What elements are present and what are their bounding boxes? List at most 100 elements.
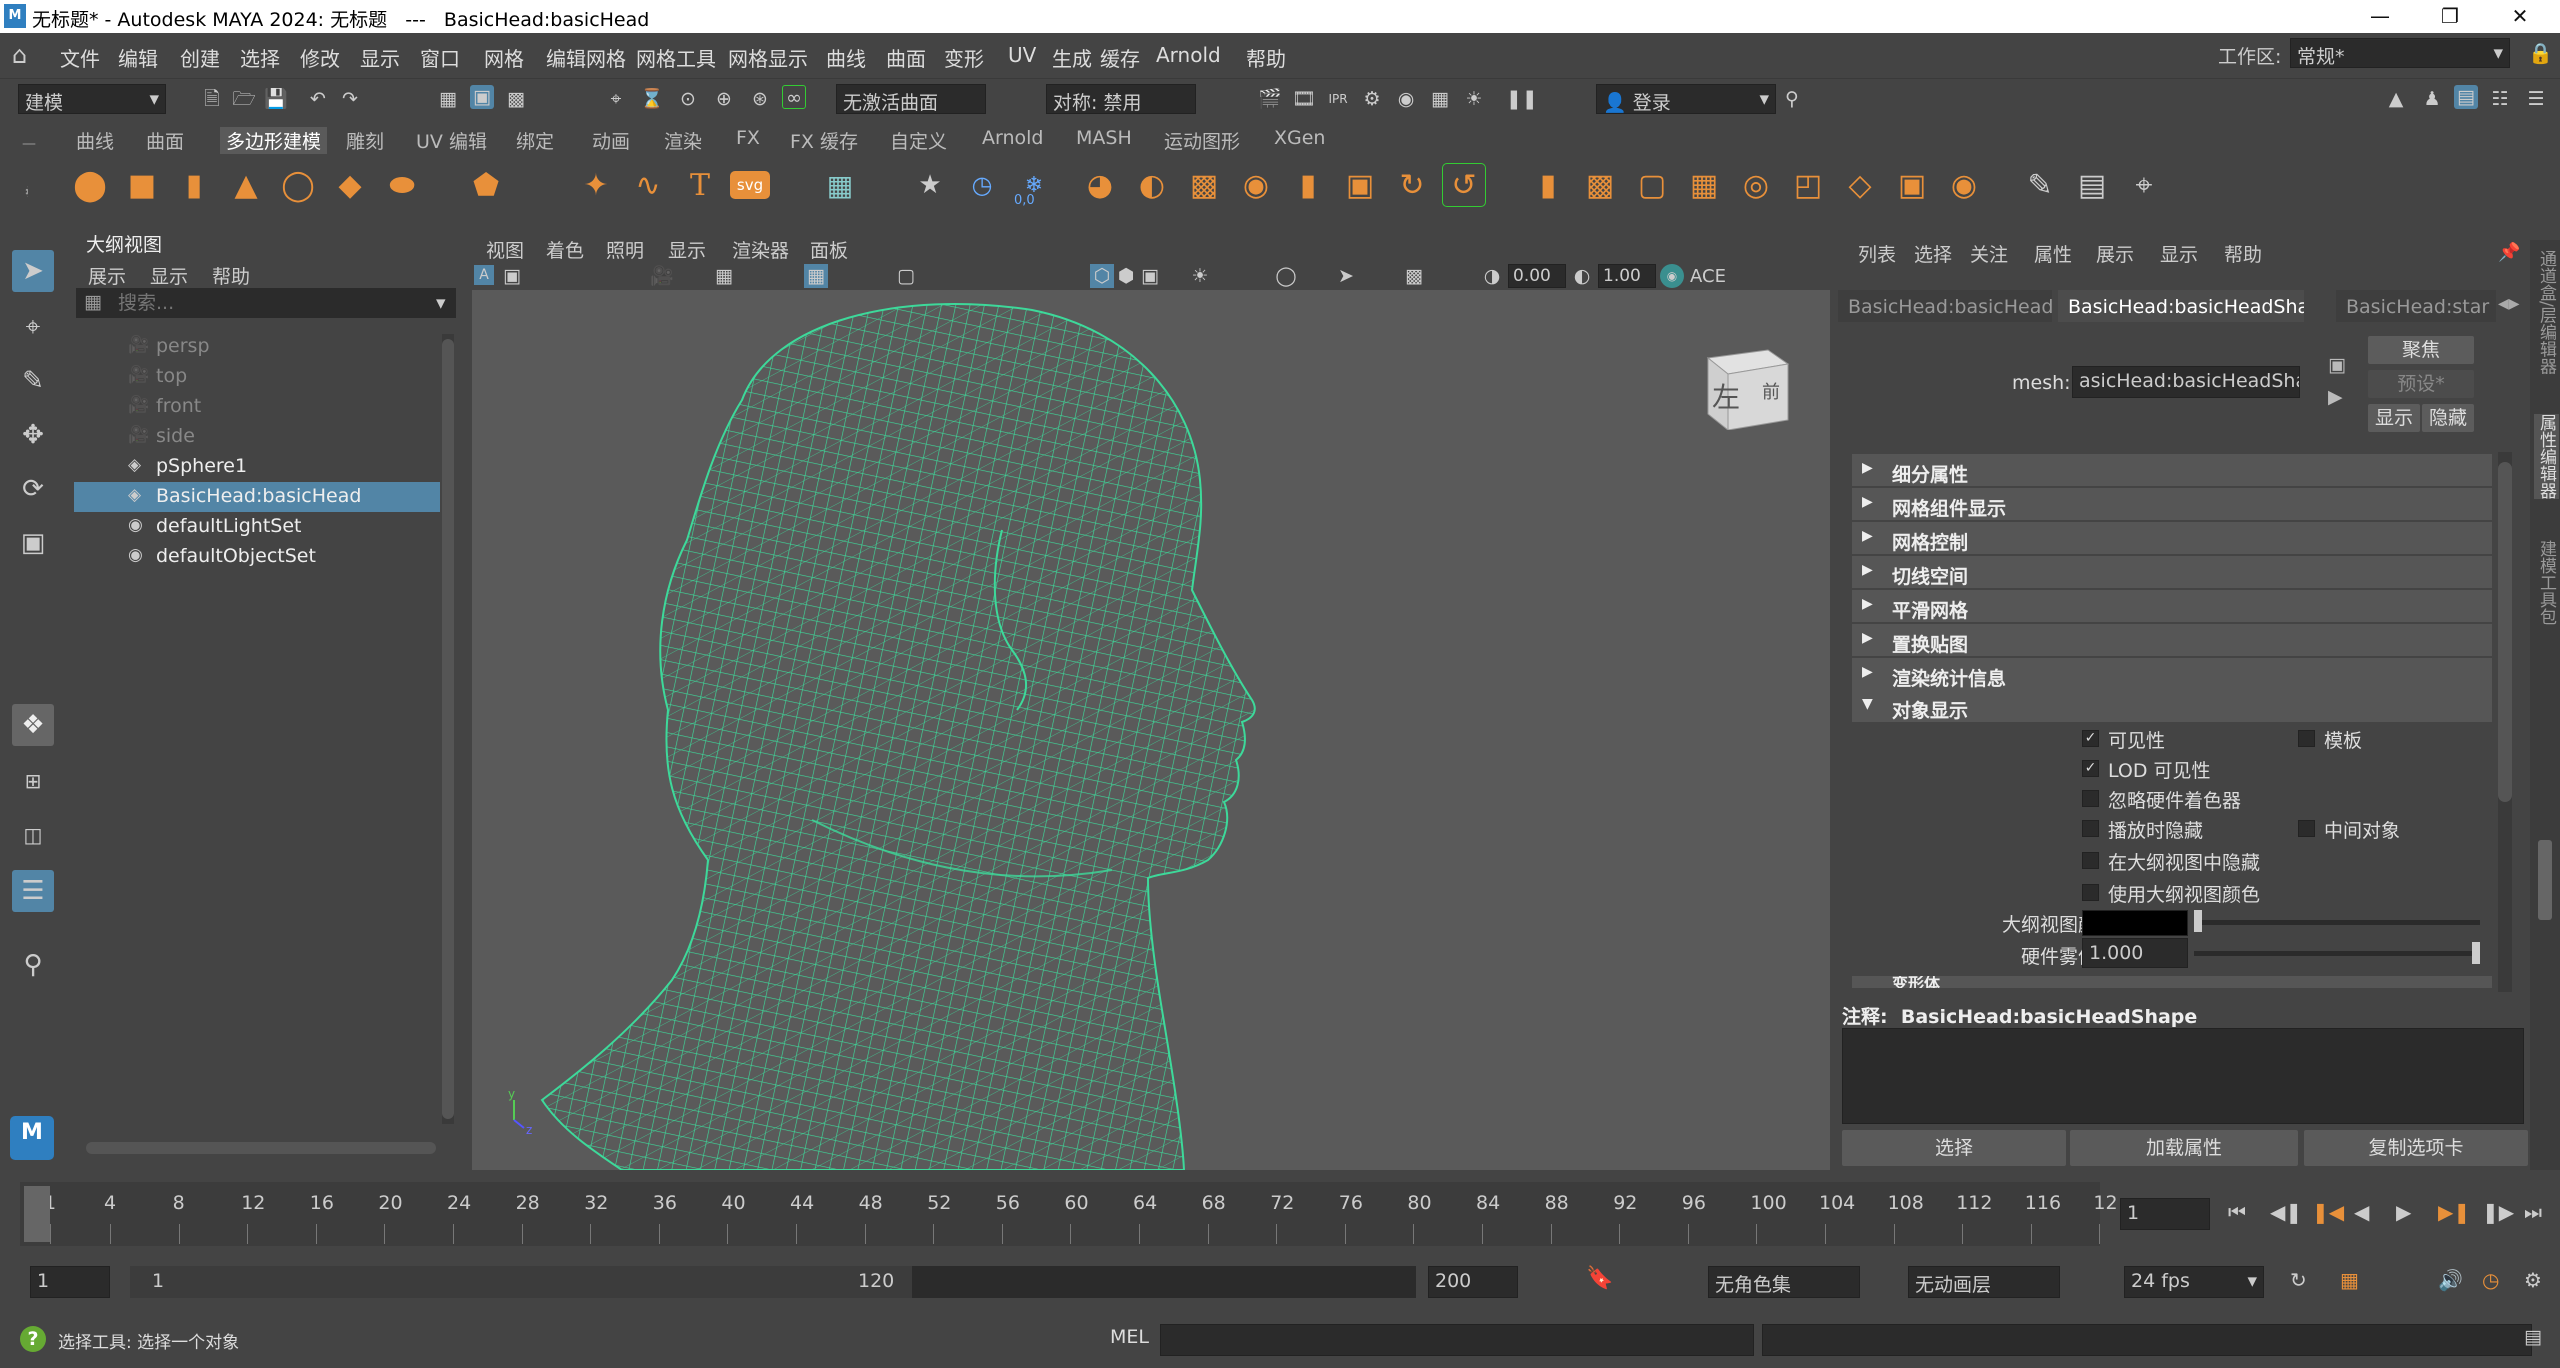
render-current-icon[interactable]: 🎞 — [1292, 87, 1316, 111]
textured-icon[interactable]: ▣ — [1138, 264, 1162, 288]
image-plane-icon[interactable]: ▦ — [712, 264, 736, 288]
measure-icon[interactable]: ⌖ — [2122, 163, 2166, 207]
menu-item[interactable]: 网格 — [484, 43, 524, 72]
shelf-tab[interactable]: FX — [736, 127, 760, 149]
range-slider-handle[interactable] — [130, 1266, 912, 1298]
render-setup-icon[interactable]: ▦ — [1428, 87, 1452, 111]
sweep-mesh-icon[interactable]: ∿ — [626, 163, 670, 207]
tab-scroll-icon[interactable]: ◀▶ — [2498, 296, 2520, 312]
gamma-value[interactable]: 1.00 — [1598, 264, 1656, 288]
mel-command-input[interactable] — [1160, 1324, 1754, 1356]
attr-menu-item[interactable]: 帮助 — [2224, 240, 2262, 267]
section-object-display[interactable]: ▼ 对象显示 — [1852, 690, 2492, 722]
shelf-tab[interactable]: MASH — [1076, 127, 1132, 149]
planar-icon[interactable]: ◇ — [1838, 163, 1882, 207]
attr-scrollbar[interactable] — [2498, 452, 2512, 992]
focus-button[interactable]: 聚焦 — [2368, 336, 2474, 364]
attr-menu-item[interactable]: 关注 — [1970, 240, 2008, 267]
viewport-menu-item[interactable]: 着色 — [546, 236, 584, 263]
bounding-box-icon[interactable]: ▣ — [1890, 163, 1934, 207]
redo-icon[interactable]: ↷ — [338, 87, 362, 111]
shelf-tab[interactable]: 动画 — [592, 127, 630, 154]
connection-out-icon[interactable]: ▶ — [2328, 386, 2343, 408]
menu-item[interactable]: Arnold — [1156, 43, 1221, 67]
show-button[interactable]: 显示 — [2368, 404, 2420, 432]
maya-logo-icon[interactable]: M — [10, 1116, 54, 1160]
poly-torus-icon[interactable]: ◯ — [276, 163, 320, 207]
mode-dropdown[interactable]: 建模 ▾ — [18, 84, 166, 114]
shelf-tab[interactable]: 绑定 — [516, 127, 554, 154]
ipr-render-icon[interactable]: IPR — [1326, 87, 1350, 111]
attr-section-header[interactable]: ▶ 网格控制 — [1852, 522, 2492, 554]
snap-curve-icon[interactable]: ⌛ — [640, 87, 664, 111]
menu-item[interactable]: 曲线 — [826, 43, 866, 72]
isolate-select-icon[interactable]: ➤ — [1334, 264, 1358, 288]
shelf-tab[interactable]: FX 缓存 — [790, 127, 858, 154]
paint-select-tool-icon[interactable]: ✎ — [12, 360, 54, 402]
outliner-item[interactable]: 🎥 persp — [74, 332, 440, 362]
outliner-item[interactable]: ◈ BasicHead:basicHead — [74, 482, 440, 512]
fog-slider[interactable] — [2194, 951, 2480, 956]
menu-item[interactable]: UV — [1008, 43, 1036, 67]
play-backwards-icon[interactable]: ◀ — [2354, 1200, 2369, 1224]
checkbox[interactable] — [2082, 820, 2099, 837]
outliner-menu-item[interactable]: 展示 — [88, 262, 126, 289]
two-view-layout-icon[interactable]: ◫ — [12, 814, 54, 856]
bridge-icon[interactable]: ↻ — [1390, 163, 1434, 207]
menu-item[interactable]: 网格工具 — [636, 43, 716, 72]
current-frame-field[interactable]: 1 — [2120, 1198, 2210, 1230]
character-set-dropdown[interactable]: 无角色集 — [1708, 1266, 1860, 1298]
snap-view-icon[interactable]: ⊕ — [712, 87, 736, 111]
extract-icon[interactable]: ▮ — [1526, 163, 1570, 207]
shelf-tab[interactable]: XGen — [1274, 127, 1325, 149]
checkbox[interactable] — [2082, 790, 2099, 807]
bevel-icon[interactable]: ↺ — [1442, 163, 1486, 207]
attr-menu-item[interactable]: 列表 — [1858, 240, 1896, 267]
anim-layer-dropdown[interactable]: 无动画层 — [1908, 1266, 2060, 1298]
viewport-menu-item[interactable]: 显示 — [668, 236, 706, 263]
poly-sphere-icon[interactable]: ⬤ — [68, 163, 112, 207]
move-tool-icon[interactable]: ✥ — [12, 414, 54, 456]
render-settings-icon[interactable]: ⚙ — [1360, 87, 1384, 111]
pause-icon[interactable]: ❚❚ — [1506, 87, 1538, 111]
mirror-icon[interactable]: ▮ — [1286, 163, 1330, 207]
menu-item[interactable]: 窗口 — [420, 43, 460, 72]
mesh-name-field[interactable]: asicHead:basicHeadShape — [2072, 366, 2300, 398]
chevron-down-icon[interactable]: ▾ — [436, 292, 446, 314]
attr-section-header[interactable]: ▶ 渲染统计信息 — [1852, 658, 2492, 690]
live-surface-field[interactable]: 无激活曲面 — [836, 84, 986, 114]
combine-icon[interactable]: ◕ — [1078, 163, 1122, 207]
menu-item[interactable]: 曲面 — [886, 43, 926, 72]
select-hierarchy-icon[interactable]: ▦ — [436, 87, 460, 111]
viewport-menu-item[interactable]: 照明 — [606, 236, 644, 263]
boolean-icon[interactable]: ◉ — [1234, 163, 1278, 207]
outliner-menu-item[interactable]: 帮助 — [212, 262, 250, 289]
presets-button[interactable]: 预设* — [2368, 370, 2474, 398]
workspace-dropdown[interactable]: 常规* ▾ — [2290, 38, 2510, 68]
svg-tool-icon[interactable]: svg — [730, 171, 770, 199]
fog-value-field[interactable]: 1.000 — [2082, 938, 2188, 968]
menu-item[interactable]: 选择 — [240, 43, 280, 72]
light-editor-icon[interactable]: ☀ — [1462, 87, 1486, 111]
attr-menu-item[interactable]: 显示 — [2160, 240, 2198, 267]
select-camera-icon[interactable]: A — [474, 265, 494, 285]
symmetry-field[interactable]: 对称: 禁用 — [1046, 84, 1196, 114]
pen-tool-icon[interactable]: ✎ — [2018, 163, 2062, 207]
attr-menu-item[interactable]: 选择 — [1914, 240, 1952, 267]
login-dropdown[interactable]: 👤 登录 ▾ — [1596, 84, 1776, 114]
xray-icon[interactable]: ◯ — [1274, 264, 1298, 288]
lock-icon[interactable]: 🔒 — [2528, 41, 2553, 65]
render-view-icon[interactable]: 🎬 — [1258, 87, 1282, 111]
multi-cut-icon[interactable]: ▦ — [1682, 163, 1726, 207]
scale-tool-icon[interactable]: ▣ — [12, 522, 54, 564]
range-slider[interactable]: 1 120 — [130, 1266, 1416, 1298]
outliner-item[interactable]: ◉ defaultObjectSet — [74, 542, 440, 572]
shelf-tab[interactable]: 雕刻 — [346, 127, 384, 154]
help-icon[interactable]: ? — [20, 1326, 46, 1352]
select-object-icon[interactable]: ▣ — [470, 85, 494, 109]
side-tab-handle[interactable] — [2538, 840, 2552, 920]
select-tool-icon[interactable]: ➤ — [12, 250, 54, 292]
outliner-layout-icon[interactable]: ☰ — [12, 870, 54, 912]
start-time-field[interactable]: 1 — [30, 1266, 110, 1298]
auto-key-icon[interactable]: 🔖 — [1586, 1266, 1613, 1291]
